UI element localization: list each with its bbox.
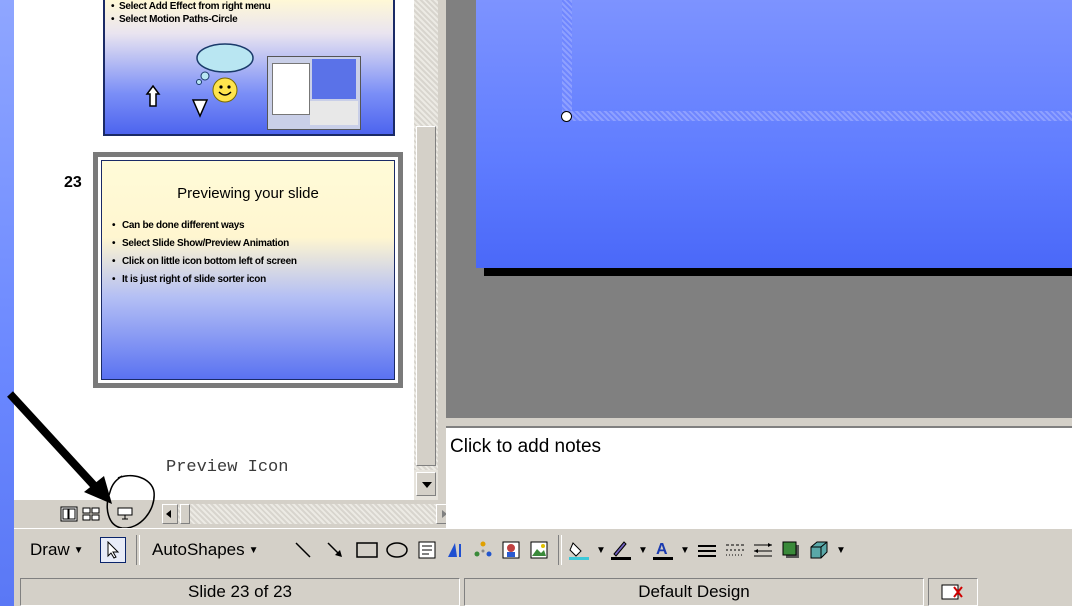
slide-position-status: Slide 23 of 23	[20, 578, 460, 606]
down-triangle-icon	[191, 99, 209, 118]
bullet: Select Slide Show/Preview Animation	[112, 235, 297, 253]
scroll-down-button[interactable]	[416, 472, 436, 496]
select-pointer-icon[interactable]	[100, 537, 126, 563]
scrollbar-thumb[interactable]	[180, 504, 190, 524]
3d-style-icon[interactable]	[806, 537, 832, 563]
bullet: Can be done different ways	[112, 217, 297, 235]
notes-placeholder[interactable]: Click to add notes	[450, 436, 601, 458]
bullet: Select Motion Paths-Circle	[111, 13, 393, 26]
line-color-icon[interactable]	[608, 537, 634, 563]
up-arrow-icon	[145, 84, 161, 107]
slide-thumbnail-22[interactable]: Select Add Effect from right menu Select…	[103, 0, 395, 136]
diagram-icon[interactable]	[470, 537, 496, 563]
design-template-status: Default Design	[464, 578, 924, 606]
thumbnail-bullets: Select Add Effect from right menu Select…	[105, 0, 393, 26]
bullet: It is just right of slide sorter icon	[112, 271, 297, 289]
annotation-arrow-icon	[7, 391, 155, 529]
toolbar-separator	[136, 535, 140, 565]
spelling-check-icon[interactable]	[928, 578, 978, 606]
slides-vertical-scrollbar[interactable]	[414, 0, 438, 500]
status-bar: Slide 23 of 23 Default Design	[14, 570, 1072, 606]
slide-number: 23	[64, 174, 82, 191]
text-box-icon[interactable]	[414, 537, 440, 563]
slides-horizontal-scrollbar[interactable]	[162, 504, 452, 524]
font-color-icon[interactable]: A	[650, 537, 676, 563]
bullet: Select Add Effect from right menu	[111, 0, 393, 13]
insert-picture-icon[interactable]	[526, 537, 552, 563]
oval-tool-icon[interactable]	[384, 537, 410, 563]
dropdown-caret-icon: ▼	[248, 544, 259, 556]
scrollbar-thumb[interactable]	[416, 126, 436, 466]
font-color-dropdown[interactable]: ▼	[680, 537, 690, 563]
drawing-toolbar: Draw ▼ AutoShapes ▼ ▼ ▼ A ▼ ▼	[14, 528, 1072, 570]
bullet: Click on little icon bottom left of scre…	[112, 253, 297, 271]
mini-screenshot-image	[267, 56, 361, 130]
smiley-icon	[212, 77, 238, 103]
slide-thumbnail-23[interactable]: Previewing your slide Can be done differ…	[93, 152, 403, 388]
shadow-style-icon[interactable]	[778, 537, 804, 563]
placeholder-border[interactable]	[562, 0, 572, 112]
preview-icon-annotation: Preview Icon	[166, 458, 289, 477]
wordart-icon[interactable]	[442, 537, 468, 563]
draw-label: Draw	[30, 540, 70, 559]
line-tool-icon[interactable]	[290, 537, 316, 563]
arrow-tool-icon[interactable]	[322, 537, 348, 563]
dropdown-caret-icon: ▼	[73, 544, 84, 556]
toolbar-separator	[558, 535, 562, 565]
svg-text:A: A	[656, 541, 668, 558]
thumbnail-title: Previewing your slide	[177, 185, 319, 202]
placeholder-border[interactable]	[568, 111, 1072, 121]
line-style-icon[interactable]	[694, 537, 720, 563]
resize-handle[interactable]	[561, 111, 572, 122]
rectangle-tool-icon[interactable]	[354, 537, 380, 563]
autoshapes-label: AutoShapes	[152, 540, 245, 559]
notes-pane[interactable]: Click to add notes	[446, 426, 1072, 528]
thumbnail-content: Previewing your slide Can be done differ…	[101, 160, 395, 380]
fill-color-dropdown[interactable]: ▼	[596, 537, 606, 563]
toolbar-options-dropdown[interactable]: ▼	[836, 537, 846, 563]
arrow-style-icon[interactable]	[750, 537, 776, 563]
line-color-dropdown[interactable]: ▼	[638, 537, 648, 563]
fill-color-icon[interactable]	[566, 537, 592, 563]
draw-menu-button[interactable]: Draw ▼	[30, 537, 84, 563]
thumbnail-bullets: Can be done different ways Select Slide …	[112, 217, 297, 289]
notes-splitter[interactable]	[446, 418, 1072, 426]
autoshapes-menu-button[interactable]: AutoShapes ▼	[152, 537, 259, 563]
clip-art-icon[interactable]	[498, 537, 524, 563]
dash-style-icon[interactable]	[722, 537, 748, 563]
